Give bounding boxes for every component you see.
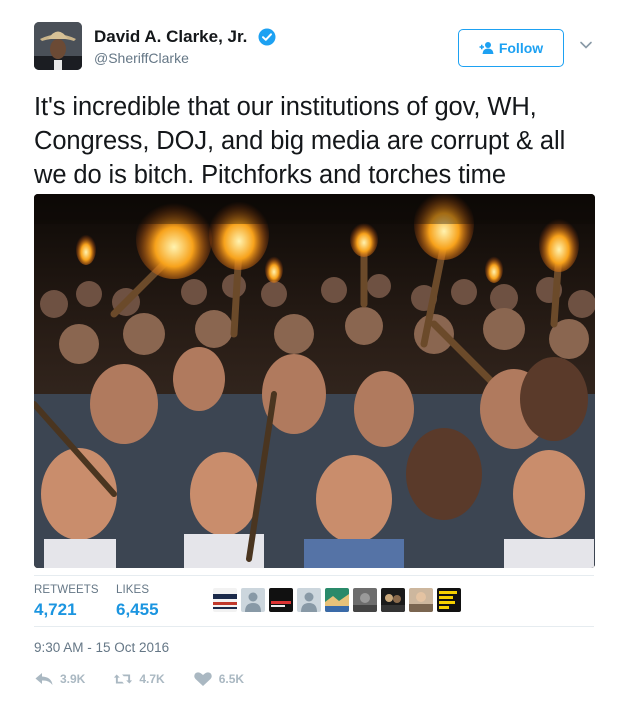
likes-count: 6,455 xyxy=(116,600,159,619)
liker-avatar-trump-banner[interactable] xyxy=(213,588,237,612)
like-button[interactable]: 6.5K xyxy=(193,671,244,687)
chevron-down-icon[interactable] xyxy=(579,40,593,50)
liker-avatar-photo[interactable] xyxy=(353,588,377,612)
follow-button[interactable]: Follow xyxy=(458,29,564,67)
liker-avatar-default[interactable] xyxy=(297,588,321,612)
author-avatar[interactable] xyxy=(34,22,82,70)
liker-avatar-default[interactable] xyxy=(241,588,265,612)
like-count: 6.5K xyxy=(218,672,245,686)
add-user-icon xyxy=(479,42,494,54)
liker-avatar-landscape[interactable] xyxy=(325,588,349,612)
angry-mob-image xyxy=(34,194,595,568)
tweet-text: It's incredible that our institutions of… xyxy=(34,93,566,189)
author-handle[interactable]: @SheriffClarke xyxy=(94,50,189,66)
likes-stat[interactable]: LIKES 6,455 xyxy=(116,584,159,620)
retweets-label: RETWEETS xyxy=(34,584,99,596)
likes-label: LIKES xyxy=(116,584,150,596)
avatar-image xyxy=(34,22,82,70)
stats-divider-bottom xyxy=(34,626,594,627)
liker-avatars xyxy=(213,588,461,612)
retweets-stat[interactable]: RETWEETS 4,721 xyxy=(34,584,99,620)
retweets-count: 4,721 xyxy=(34,600,77,619)
stats-divider-top xyxy=(34,575,594,576)
liker-avatar-dark-banner[interactable] xyxy=(269,588,293,612)
reply-count: 3.9K xyxy=(60,672,86,686)
retweet-icon xyxy=(114,674,133,684)
reply-icon xyxy=(35,673,53,685)
author-display-name[interactable]: David A. Clarke, Jr. xyxy=(94,27,247,47)
tweet-photo[interactable] xyxy=(34,194,595,568)
tweet-actions: 3.9K 4.7K 6.5K xyxy=(34,671,272,687)
liker-avatar-person[interactable] xyxy=(409,588,433,612)
retweet-count: 4.7K xyxy=(139,672,165,686)
verified-badge-icon xyxy=(258,28,276,46)
reply-button[interactable]: 3.9K xyxy=(34,671,85,687)
retweet-button[interactable]: 4.7K xyxy=(113,671,165,687)
tweet-timestamp[interactable]: 9:30 AM - 15 Oct 2016 xyxy=(34,640,169,655)
heart-icon xyxy=(193,672,212,686)
liker-avatar-yellow-banner[interactable] xyxy=(437,588,461,612)
liker-avatar-photo-dark[interactable] xyxy=(381,588,405,612)
follow-button-label: Follow xyxy=(498,40,544,56)
